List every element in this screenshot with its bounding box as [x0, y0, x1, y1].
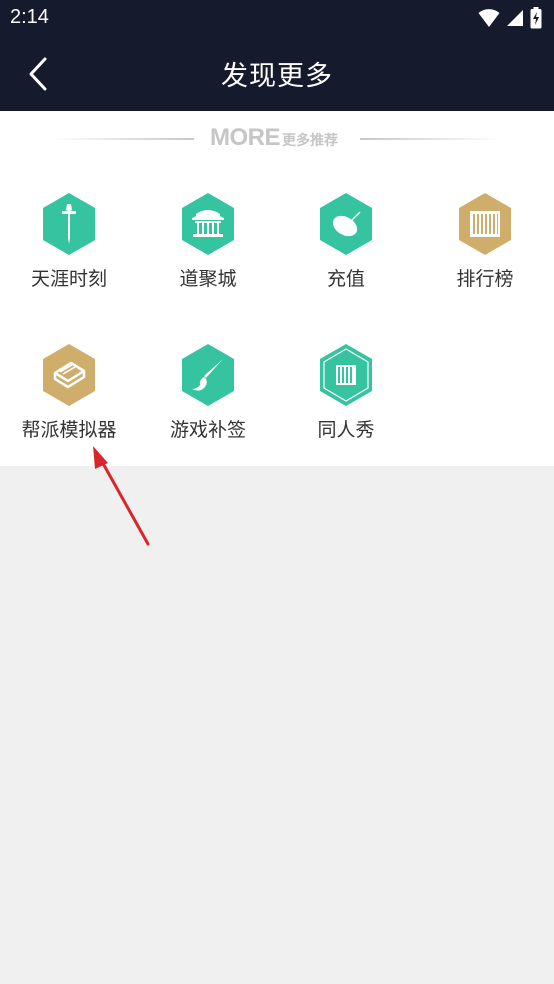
grid-item-label: 帮派模拟器 [21, 419, 117, 441]
status-icons [478, 7, 542, 29]
grid-item-label: 排行榜 [456, 268, 514, 290]
grid-item-label: 同人秀 [317, 419, 375, 441]
scroll-icon [459, 193, 511, 255]
app-header: 2:14 发现更多 [0, 0, 554, 111]
grid-item-label: 道聚城 [179, 268, 237, 290]
more-title: MORE 更多推荐 [210, 124, 338, 152]
grid-item-recharge[interactable]: 充值 [277, 192, 415, 322]
grid-item-fan-show[interactable]: 同人秀 [277, 343, 415, 473]
more-title-cn: 更多推荐 [282, 133, 338, 149]
more-section-header: MORE 更多推荐 [0, 124, 554, 152]
signal-icon [507, 10, 523, 26]
grid-item-label: 天涯时刻 [30, 268, 107, 290]
bamboo-scroll-icon [320, 344, 372, 406]
divider-right [360, 138, 506, 140]
divider-left [48, 138, 194, 140]
grid-item-daojucheng[interactable]: 道聚城 [139, 192, 277, 322]
more-title-en: MORE [210, 124, 281, 151]
grid-item-leaderboard[interactable]: 排行榜 [416, 192, 554, 322]
temple-icon [182, 193, 234, 255]
coin-icon [320, 193, 372, 255]
status-time: 2:14 [10, 6, 49, 28]
more-panel: MORE 更多推荐 天涯时刻 道聚城 充值 排行榜 帮派模拟器 游戏补签 同人秀 [0, 111, 554, 466]
page-title: 发现更多 [221, 61, 333, 92]
grid-item-game-checkin[interactable]: 游戏补签 [139, 343, 277, 473]
brush-icon [182, 344, 234, 406]
battery-icon [530, 7, 542, 29]
book-icon [43, 344, 95, 406]
grid-item-tianya-moment[interactable]: 天涯时刻 [0, 192, 138, 322]
grid-item-label: 游戏补签 [169, 419, 246, 441]
wifi-icon [478, 9, 500, 27]
sword-icon [43, 193, 95, 255]
grid-item-label: 充值 [326, 268, 365, 290]
grid-item-guild-simulator[interactable]: 帮派模拟器 [0, 343, 138, 473]
